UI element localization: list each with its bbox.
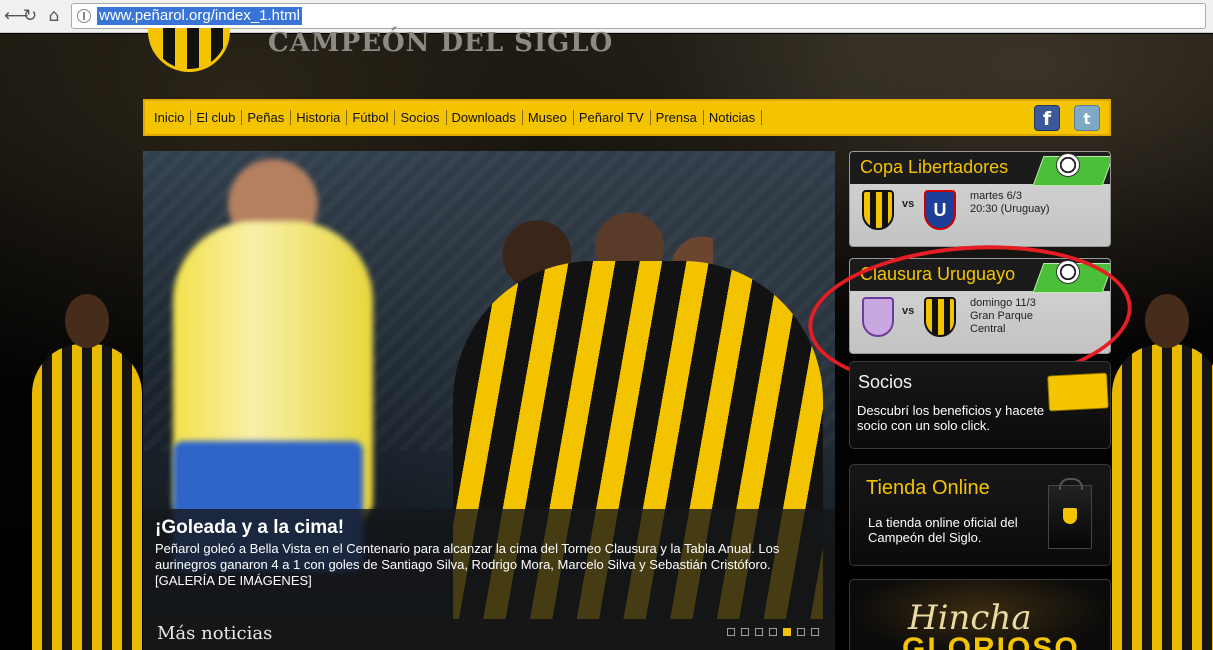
socios-promo[interactable]: Socios Descubrí los beneficios y hacete … (849, 361, 1111, 449)
player-left-image (32, 294, 142, 650)
slide-dot[interactable] (755, 628, 763, 636)
slider-pagination (727, 628, 819, 636)
menu-item-socios[interactable]: Socios (395, 110, 447, 125)
tienda-promo[interactable]: Tienda Online La tienda online oficial d… (849, 464, 1111, 566)
penarol-logo[interactable] (148, 28, 230, 72)
hincha-glorioso-banner[interactable]: Hincha GLORIOSO (849, 579, 1111, 650)
hero-title[interactable]: ¡Goleada y a la cima! (155, 517, 823, 539)
slide-dot[interactable] (797, 628, 805, 636)
universidad-de-chile-crest-icon (924, 190, 956, 230)
shopping-bag-icon (1048, 478, 1092, 549)
site-title: CAMPEÓN DEL SIGLO (268, 28, 614, 58)
menu-item-prensa[interactable]: Prensa (651, 110, 704, 125)
reload-icon[interactable]: ↻ (20, 6, 40, 26)
facebook-icon[interactable]: f (1034, 105, 1060, 131)
match-info: martes 6/3 20:30 (Uruguay) (970, 190, 1100, 216)
menu-item-noticias[interactable]: Noticias (704, 110, 763, 125)
menu-item-inicio[interactable]: Inicio (149, 110, 192, 125)
more-news-heading[interactable]: Más noticias (157, 623, 272, 644)
menu-item-futbol[interactable]: Fútbol (347, 110, 396, 125)
slide-dot-active[interactable] (783, 628, 791, 636)
menu-item-downloads[interactable]: Downloads (447, 110, 523, 125)
soccer-ball-icon (1056, 153, 1080, 177)
menu-item-penarol-tv[interactable]: Peñarol TV (574, 110, 651, 125)
address-bar[interactable]: www.peñarol.org/index_1.html (71, 3, 1206, 29)
match-box-libertadores[interactable]: Copa Libertadores vs martes 6/3 20:30 (U… (849, 151, 1111, 247)
more-news-bar: Más noticias (143, 619, 835, 650)
slide-dot[interactable] (769, 628, 777, 636)
menu-item-penas[interactable]: Peñas (242, 110, 292, 125)
slide-dot[interactable] (741, 628, 749, 636)
home-icon[interactable]: ⌂ (44, 6, 64, 26)
vs-label: vs (902, 198, 915, 210)
menu-item-el-club[interactable]: El club (191, 110, 243, 125)
hero-slider[interactable]: ¡Goleada y a la cima! Peñarol goleó a Be… (143, 151, 835, 650)
hero-caption[interactable]: ¡Goleada y a la cima! Peñarol goleó a Be… (143, 509, 835, 619)
slide-dot[interactable] (727, 628, 735, 636)
membership-card-icon (1047, 372, 1109, 412)
page-info-icon[interactable] (77, 9, 91, 23)
penarol-crest-icon (862, 190, 894, 230)
twitter-icon[interactable]: t (1074, 105, 1100, 131)
player-right-image (1112, 294, 1213, 650)
slide-dot[interactable] (811, 628, 819, 636)
main-menu: Inicio El club Peñas Historia Fútbol Soc… (143, 99, 1111, 136)
tienda-title: Tienda Online (866, 477, 990, 499)
menu-item-museo[interactable]: Museo (523, 110, 574, 125)
glorioso-logo-text: GLORIOSO (902, 632, 1080, 650)
url-text[interactable]: www.peñarol.org/index_1.html (97, 7, 302, 25)
hero-text[interactable]: Peñarol goleó a Bella Vista en el Centen… (155, 541, 823, 589)
menu-item-historia[interactable]: Historia (291, 110, 348, 125)
page-background: CAMPEÓN DEL SIGLO Inicio El club Peñas H… (0, 28, 1213, 650)
match-time: 20:30 (Uruguay) (970, 203, 1050, 215)
match-date: martes 6/3 (970, 190, 1022, 202)
socios-title: Socios (858, 372, 913, 392)
tienda-text: La tienda online oficial del Campeón del… (868, 515, 1018, 545)
socios-text: Descubrí los beneficios y hacete socio c… (857, 403, 1045, 433)
